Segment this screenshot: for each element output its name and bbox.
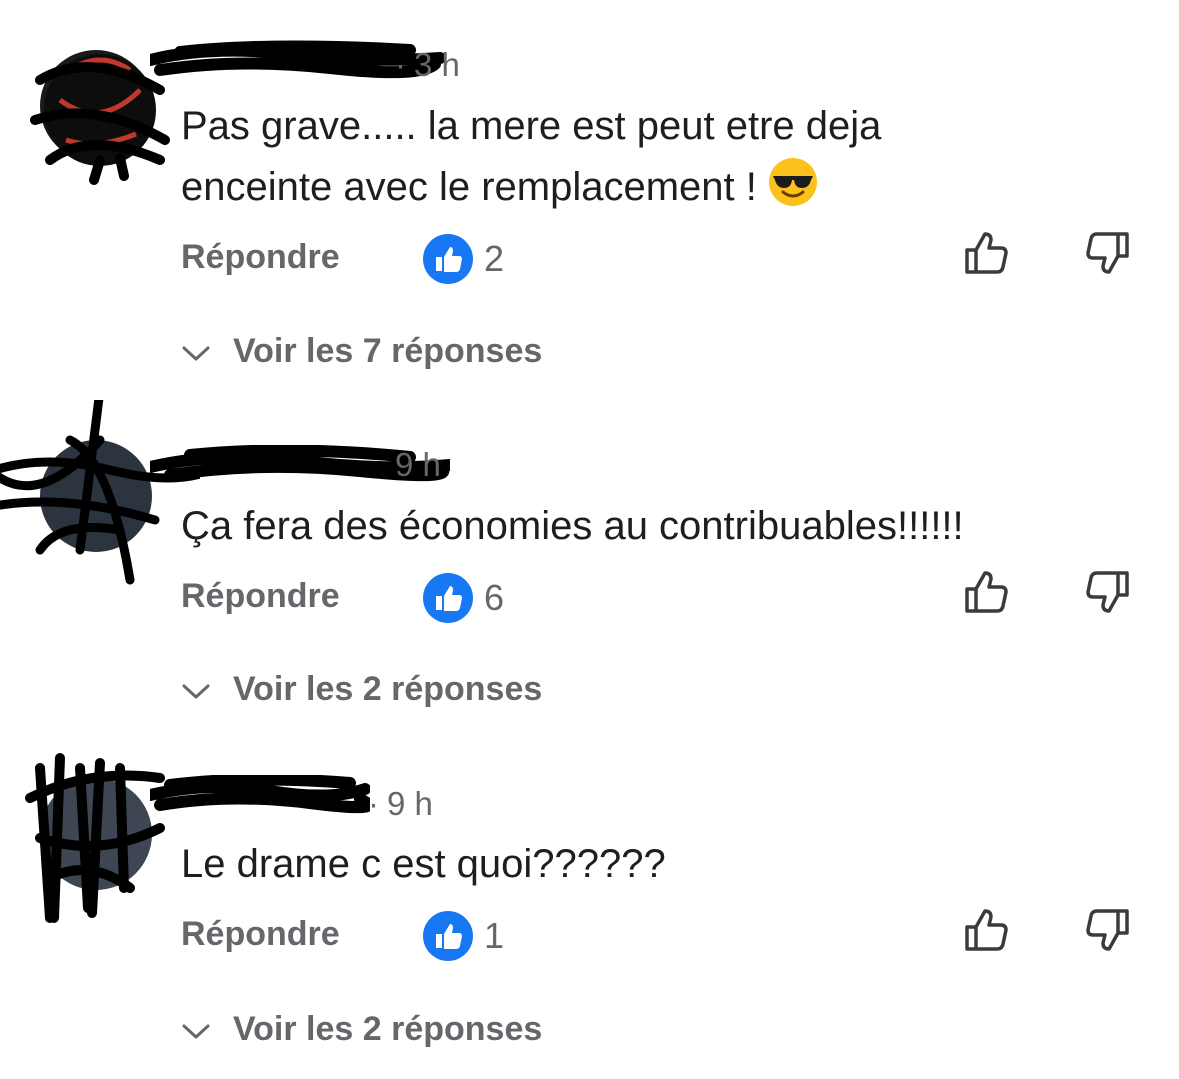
comment-3: · 9 h Le drame c est quoi?????? Répondre … [0,0,1179,1079]
comment-meta: · 9 h [368,785,433,822]
chevron-down-icon [182,1024,210,1039]
view-replies-label: Voir les 2 réponses [233,1010,543,1048]
thumb-down-outline-icon[interactable] [1082,905,1132,955]
comment-text-line: Le drame c est quoi?????? [181,842,666,886]
avatar[interactable] [25,753,165,923]
comment-actions: Répondre 1 [0,907,1179,963]
timestamp: 9 h [387,785,433,822]
like-count: 1 [484,915,505,956]
comment-text: Le drame c est quoi?????? [181,834,1111,894]
thumbs-up-badge-icon[interactable] [423,911,473,961]
reply-button[interactable]: Répondre [181,915,340,954]
name-redaction [150,775,370,814]
thumb-up-outline-icon[interactable] [962,905,1012,955]
